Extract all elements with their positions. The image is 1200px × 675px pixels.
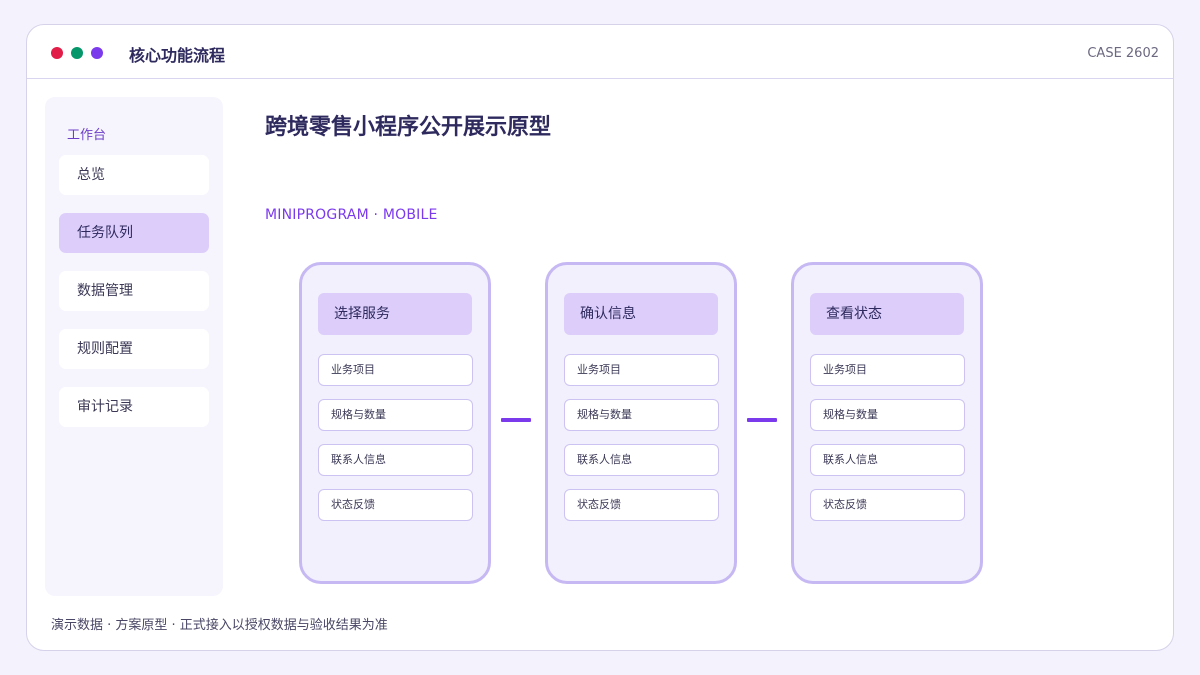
field-contact-info[interactable]: 联系人信息 bbox=[810, 444, 965, 476]
field-status-feedback[interactable]: 状态反馈 bbox=[564, 489, 719, 521]
field-spec-quantity[interactable]: 规格与数量 bbox=[318, 399, 473, 431]
field-status-feedback[interactable]: 状态反馈 bbox=[318, 489, 473, 521]
close-window-dot[interactable] bbox=[51, 47, 63, 59]
sidebar-item-overview[interactable]: 总览 bbox=[59, 155, 209, 195]
flow-connector bbox=[501, 418, 531, 422]
phone-screen-select-service: 选择服务 业务项目 规格与数量 联系人信息 状态反馈 bbox=[299, 262, 491, 584]
minimize-window-dot[interactable] bbox=[91, 47, 103, 59]
field-spec-quantity[interactable]: 规格与数量 bbox=[810, 399, 965, 431]
screen-header: 确认信息 bbox=[564, 293, 718, 335]
flow-connector bbox=[747, 418, 777, 422]
page-subtitle: MINIPROGRAM · MOBILE bbox=[265, 207, 438, 223]
screen-header: 选择服务 bbox=[318, 293, 472, 335]
sidebar-heading: 工作台 bbox=[67, 128, 107, 143]
field-spec-quantity[interactable]: 规格与数量 bbox=[564, 399, 719, 431]
sidebar: 工作台 总览 任务队列 数据管理 规则配置 审计记录 bbox=[45, 97, 223, 596]
footer-note: 演示数据 · 方案原型 · 正式接入以授权数据与验收结果为准 bbox=[51, 618, 388, 633]
window-title: 核心功能流程 bbox=[129, 46, 226, 65]
phone-screen-confirm-info: 确认信息 业务项目 规格与数量 联系人信息 状态反馈 bbox=[545, 262, 737, 584]
case-id: CASE 2602 bbox=[1087, 46, 1159, 61]
field-contact-info[interactable]: 联系人信息 bbox=[318, 444, 473, 476]
title-bar: 核心功能流程 CASE 2602 bbox=[27, 25, 1173, 79]
sidebar-item-task-queue[interactable]: 任务队列 bbox=[59, 213, 209, 253]
field-business-item[interactable]: 业务项目 bbox=[810, 354, 965, 386]
sidebar-item-audit-log[interactable]: 审计记录 bbox=[59, 387, 209, 427]
field-business-item[interactable]: 业务项目 bbox=[564, 354, 719, 386]
field-business-item[interactable]: 业务项目 bbox=[318, 354, 473, 386]
field-contact-info[interactable]: 联系人信息 bbox=[564, 444, 719, 476]
field-status-feedback[interactable]: 状态反馈 bbox=[810, 489, 965, 521]
sidebar-item-rule-config[interactable]: 规则配置 bbox=[59, 329, 209, 369]
app-window: 核心功能流程 CASE 2602 工作台 总览 任务队列 数据管理 规则配置 审… bbox=[26, 24, 1174, 651]
screen-header: 查看状态 bbox=[810, 293, 964, 335]
sidebar-item-data-management[interactable]: 数据管理 bbox=[59, 271, 209, 311]
maximize-window-dot[interactable] bbox=[71, 47, 83, 59]
page-title: 跨境零售小程序公开展示原型 bbox=[265, 115, 552, 140]
phone-screen-view-status: 查看状态 业务项目 规格与数量 联系人信息 状态反馈 bbox=[791, 262, 983, 584]
